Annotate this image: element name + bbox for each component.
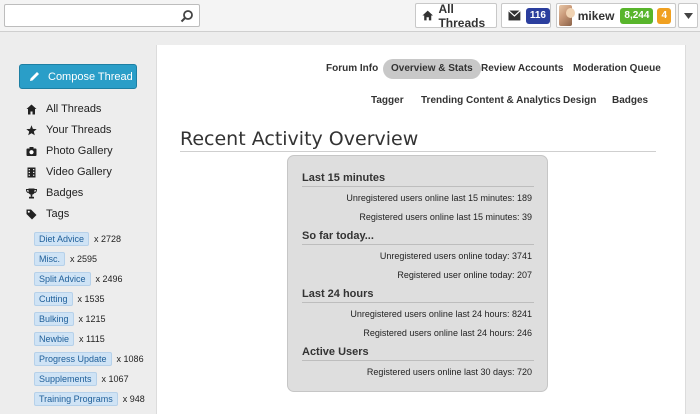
- tag-item[interactable]: Bulking x 1215: [34, 312, 106, 326]
- tag-count: x 1086: [116, 354, 144, 364]
- all-threads-button[interactable]: All Threads: [415, 1, 497, 30]
- tab-trending-content[interactable]: Trending Content & Analytics: [413, 91, 569, 111]
- tag-item[interactable]: Misc. x 2595: [34, 252, 97, 266]
- tab-moderation-queue[interactable]: Moderation Queue: [565, 59, 669, 79]
- tab-tagger[interactable]: Tagger: [363, 91, 412, 111]
- stat-row: Registered user online today: 207: [397, 270, 532, 280]
- user-dropdown-button[interactable]: [678, 3, 698, 28]
- sidebar-item-all-threads[interactable]: All Threads: [26, 101, 101, 117]
- sidebar-item-label: Your Threads: [46, 124, 112, 136]
- messages-button[interactable]: 116: [501, 3, 551, 28]
- home-icon: [26, 104, 37, 114]
- home-icon: [422, 10, 434, 21]
- sidebar-item-label: Tags: [46, 208, 70, 220]
- trophy-icon: [26, 188, 37, 198]
- tab-forum-info[interactable]: Forum Info: [318, 59, 386, 79]
- pencil-icon: [30, 72, 39, 81]
- tag-count: x 2728: [94, 234, 122, 244]
- tag-count: x 2496: [95, 274, 123, 284]
- tag-item[interactable]: Split Advice x 2496: [34, 272, 123, 286]
- stat-row: Registered users online last 24 hours: 2…: [363, 328, 532, 338]
- mail-count-badge: 116: [525, 7, 550, 24]
- sidebar-item-label: Video Gallery: [46, 166, 112, 178]
- tag-count: x 1115: [79, 334, 105, 344]
- tag-item[interactable]: Diet Advice x 2728: [34, 232, 121, 246]
- search-input[interactable]: [4, 4, 200, 27]
- section-heading: So far today...: [302, 230, 534, 245]
- sidebar-item-your-threads[interactable]: Your Threads: [26, 122, 111, 138]
- main-panel: Forum Info Overview & Stats Review Accou…: [156, 45, 686, 414]
- tab-overview-stats[interactable]: Overview & Stats: [383, 59, 481, 79]
- user-menu-button[interactable]: mikew 8,244 4: [556, 3, 676, 28]
- tag-chip[interactable]: Training Programs: [34, 392, 118, 406]
- tag-chip[interactable]: Supplements: [34, 372, 97, 386]
- tab-review-accounts[interactable]: Review Accounts: [473, 59, 571, 79]
- stat-row: Unregistered users online last 24 hours:…: [350, 309, 532, 319]
- sidebar-item-label: All Threads: [46, 103, 102, 115]
- section-heading: Last 15 minutes: [302, 172, 534, 187]
- all-threads-label: All Threads: [438, 1, 486, 30]
- compose-thread-label: Compose Thread: [48, 70, 133, 83]
- stat-row: Registered users online last 15 minutes:…: [359, 212, 532, 222]
- stat-row: Registered users online last 30 days: 72…: [366, 367, 532, 377]
- tab-design[interactable]: Design: [555, 91, 604, 111]
- stat-row: Unregistered users online last 15 minute…: [346, 193, 532, 203]
- tag-item[interactable]: Training Programs x 948: [34, 392, 145, 406]
- points-badge: 8,244: [620, 7, 654, 24]
- tag-count: x 1215: [78, 314, 106, 324]
- tag-count: x 948: [122, 394, 145, 404]
- search-icon[interactable]: [180, 9, 194, 23]
- tag-item[interactable]: Supplements x 1067: [34, 372, 129, 386]
- sidebar-item-label: Badges: [46, 187, 84, 199]
- tag-chip[interactable]: Diet Advice: [34, 232, 90, 246]
- tag-chip[interactable]: Cutting: [34, 292, 73, 306]
- tag-count: x 1067: [101, 374, 129, 384]
- sidebar-item-badges[interactable]: Badges: [26, 185, 83, 201]
- sidebar-item-label: Photo Gallery: [46, 145, 113, 157]
- tag-chip[interactable]: Progress Update: [34, 352, 112, 366]
- section-heading: Active Users: [302, 346, 534, 361]
- activity-stats-box: Last 15 minutes Unregistered users onlin…: [287, 155, 548, 392]
- tag-count: x 2595: [70, 254, 98, 264]
- star-icon: [26, 124, 37, 135]
- compose-thread-button[interactable]: Compose Thread: [19, 64, 137, 89]
- sidebar-item-tags[interactable]: Tags: [26, 206, 69, 222]
- mail-icon: [508, 10, 521, 21]
- tag-item[interactable]: Newbie x 1115: [34, 332, 105, 346]
- camera-icon: [26, 146, 37, 156]
- tag-chip[interactable]: Bulking: [34, 312, 74, 326]
- tag-chip[interactable]: Split Advice: [34, 272, 91, 286]
- tag-count: x 1535: [77, 294, 105, 304]
- tag-icon: [26, 209, 37, 219]
- sidebar-item-photo-gallery[interactable]: Photo Gallery: [26, 143, 113, 159]
- stat-row: Unregistered users online today: 3741: [379, 251, 532, 261]
- alerts-badge: 4: [657, 7, 671, 24]
- username: mikew: [577, 8, 615, 23]
- sidebar-item-video-gallery[interactable]: Video Gallery: [26, 164, 112, 180]
- tag-chip[interactable]: Newbie: [34, 332, 75, 346]
- section-heading: Last 24 hours: [302, 288, 534, 303]
- chevron-down-icon: [683, 12, 693, 19]
- tag-item[interactable]: Cutting x 1535: [34, 292, 105, 306]
- page-title: Recent Activity Overview: [180, 128, 419, 150]
- top-bar: All Threads 116 mikew 8,244 4: [0, 0, 700, 32]
- video-icon: [27, 167, 36, 177]
- avatar: [559, 5, 575, 26]
- tab-badges[interactable]: Badges: [604, 91, 656, 111]
- tag-item[interactable]: Progress Update x 1086: [34, 352, 144, 366]
- title-divider: [180, 151, 656, 152]
- tag-chip[interactable]: Misc.: [34, 252, 65, 266]
